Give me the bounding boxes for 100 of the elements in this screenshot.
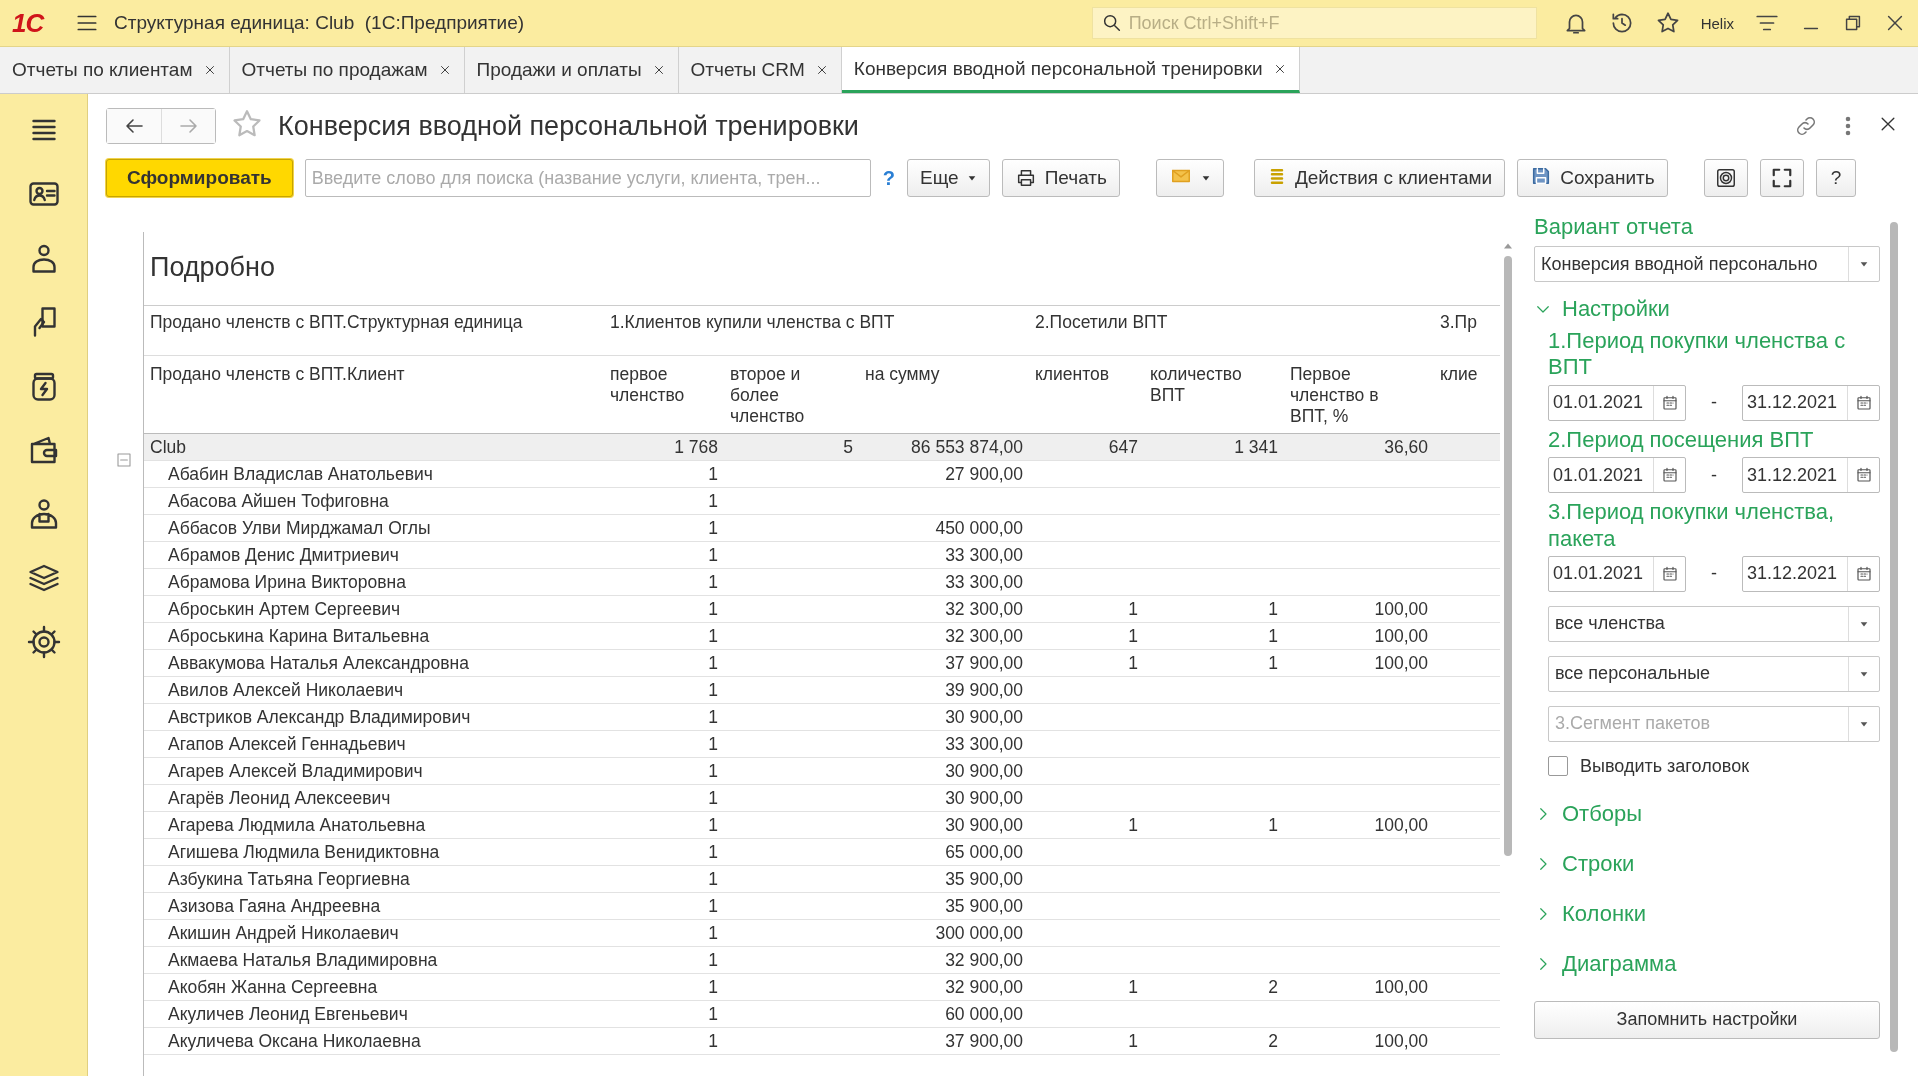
client-actions-button[interactable]: Действия с клиентами: [1253, 159, 1506, 197]
calendar-icon: [1854, 466, 1873, 485]
table-cell: 30 900,00: [945, 788, 1023, 808]
client-name: Аброськина Карина Витальевна: [168, 626, 430, 646]
table-cell: 30 900,00: [945, 815, 1023, 835]
client-name: Агарёв Леонид Алексеевич: [168, 788, 391, 808]
date-field[interactable]: 01.01.2021: [1548, 384, 1686, 421]
link-icon[interactable]: [1794, 114, 1818, 138]
search-field[interactable]: Введите слово для поиска (название услуги, клиента, трен...: [304, 159, 871, 197]
table-cell: 1: [708, 815, 718, 835]
column-header: 2.Посетили ВПТ: [1035, 312, 1168, 332]
client-name: Акмаева Наталья Владимировна: [168, 950, 438, 970]
table-cell: 1: [1128, 1031, 1138, 1051]
table-cell: 1: [1128, 626, 1138, 646]
table-cell: 1: [708, 464, 718, 484]
date-field[interactable]: 01.01.2021: [1548, 457, 1686, 494]
date-field[interactable]: 31.12.2021: [1742, 384, 1880, 421]
more-button[interactable]: Еще: [906, 159, 990, 197]
save-button[interactable]: Сохранить: [1517, 159, 1668, 197]
save-settings-button[interactable]: Запомнить настройки: [1534, 1000, 1880, 1039]
tab[interactable]: Отчеты по продажам: [229, 47, 465, 93]
table-cell: 1: [1128, 653, 1138, 673]
table-cell: 1: [708, 869, 718, 889]
date-field[interactable]: 31.12.2021: [1742, 555, 1880, 592]
table-cell: 1: [1128, 599, 1138, 619]
window-title: Структурная единица: Club (1С:Предприятие): [114, 12, 526, 34]
table-cell: 32 300,00: [945, 599, 1023, 619]
separator: -: [1710, 464, 1718, 486]
table-cell: 100,00: [1374, 626, 1428, 646]
client-name: Агишева Людмила Венидиктовна: [168, 842, 440, 862]
table-cell: 1: [708, 977, 718, 997]
more-icon[interactable]: [1844, 114, 1852, 138]
calendar-icon: [1854, 564, 1873, 583]
client-name: Акишин Андрей Николаевич: [168, 923, 399, 943]
client-name: Агарева Людмила Анатольевна: [168, 815, 426, 835]
client-name: Абрамова Ирина Викторовна: [168, 572, 406, 592]
period-label: 3.Период покупки членства, пакета: [1548, 499, 1836, 552]
variant-select[interactable]: Конверсия вводной персонально: [1534, 246, 1880, 282]
generate-button[interactable]: Сформировать: [106, 159, 293, 197]
calendar-icon: [1660, 466, 1679, 485]
checkbox[interactable]: [1548, 756, 1568, 777]
client-name: Абабин Владислав Анатольевич: [168, 464, 433, 484]
total-value: 1 341: [1234, 437, 1278, 457]
table-cell: 37 900,00: [945, 653, 1023, 673]
total-value: 86 553 874,00: [911, 437, 1023, 457]
tab[interactable]: Конверсия вводной персональной тренировки: [841, 47, 1300, 93]
date-field[interactable]: 31.12.2021: [1742, 457, 1880, 494]
column-header: Продано членств с ВПТ.Структурная единица: [150, 312, 523, 332]
total-value: 647: [1108, 437, 1138, 457]
column-header: количество ВПТ: [1150, 364, 1243, 406]
column-header: второе и более членство: [730, 364, 806, 427]
help-link[interactable]: ?: [882, 166, 895, 190]
table-cell: 1: [708, 626, 718, 646]
table-cell: 1: [708, 734, 718, 754]
tab[interactable]: Отчеты CRM: [678, 47, 842, 93]
client-name: Азбукина Татьяна Георгиевна: [168, 869, 410, 889]
tab[interactable]: Отчеты по клиентам: [0, 47, 230, 93]
caret-icon: [1200, 173, 1211, 183]
table-cell: 33 300,00: [945, 545, 1023, 565]
tab[interactable]: Продажи и оплаты: [464, 47, 679, 93]
scroll-up-icon[interactable]: [1503, 242, 1513, 250]
column-header: Продано членств с ВПТ.Клиент: [150, 364, 406, 385]
table-cell: 60 000,00: [945, 1004, 1023, 1024]
date-field[interactable]: 01.01.2021: [1548, 555, 1686, 592]
table-cell: 100,00: [1374, 815, 1428, 835]
total-value: 1 768: [674, 437, 718, 457]
fullscreen-button[interactable]: [1759, 159, 1804, 197]
period-label: 2.Период посещения ВПТ: [1548, 426, 1815, 454]
user-name[interactable]: Helix: [1700, 14, 1734, 32]
table-cell: 32 900,00: [945, 977, 1023, 997]
table-cell: 450 000,00: [935, 518, 1023, 538]
scrollbar-thumb[interactable]: [1890, 222, 1898, 1052]
table-cell: 1: [1268, 653, 1278, 673]
table-cell: 33 300,00: [945, 734, 1023, 754]
table-cell: 1: [708, 761, 718, 781]
select-field[interactable]: все членства: [1548, 605, 1880, 642]
dropdown-caret-icon: [1859, 259, 1869, 269]
app-logo[interactable]: 1С: [12, 7, 60, 39]
table-cell: 1: [708, 653, 718, 673]
table-cell: 300 000,00: [935, 923, 1023, 943]
table-cell: 27 900,00: [945, 464, 1023, 484]
table-cell: 1: [708, 572, 718, 592]
table-cell: 1: [708, 896, 718, 916]
table-cell: 1: [1268, 599, 1278, 619]
client-name: Агарев Алексей Владимирович: [168, 761, 423, 781]
calendar-icon: [1660, 564, 1679, 583]
group-name: Club: [150, 437, 186, 457]
select-field[interactable]: все персональные: [1548, 655, 1880, 692]
section-title: Подробно: [149, 251, 276, 284]
scrollbar-thumb[interactable]: [1504, 256, 1512, 856]
table-cell: 2: [1268, 977, 1278, 997]
column-header: 1.Клиентов купили членства с ВПТ: [610, 312, 895, 332]
total-value: 36,60: [1384, 437, 1428, 457]
separator: -: [1710, 563, 1718, 585]
table-cell: 1: [708, 788, 718, 808]
settings-button[interactable]: [1703, 159, 1748, 197]
table-cell: 1: [708, 545, 718, 565]
help-button[interactable]: ?: [1815, 159, 1857, 197]
table-cell: 1: [708, 1031, 718, 1051]
print-button[interactable]: Печать: [1001, 159, 1120, 197]
